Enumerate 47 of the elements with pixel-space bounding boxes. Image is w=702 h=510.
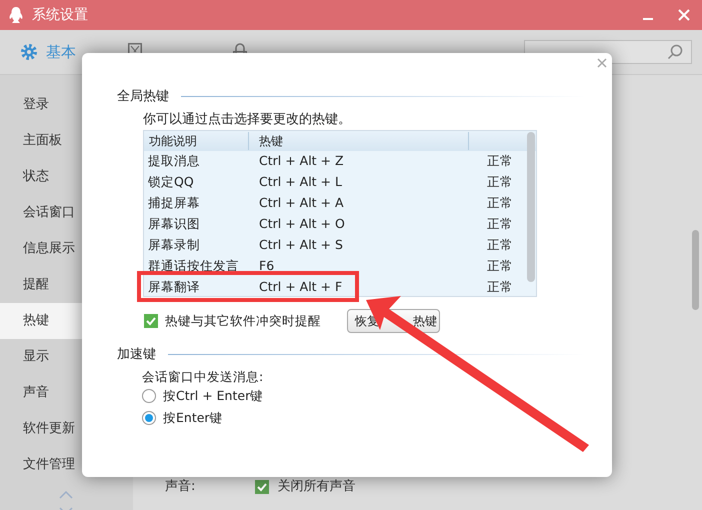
penguin-icon (8, 6, 24, 24)
box-icon (128, 43, 142, 53)
table-cell-text: 提取消息 (147, 152, 201, 170)
column-header[interactable]: 功能说明 (144, 132, 249, 150)
checkbox-label: 关闭所有声音 (277, 478, 356, 496)
description-text: 你可以通过点击选择要更改的热键。 (143, 111, 351, 129)
table-cell-text: 屏幕识图 (147, 215, 201, 234)
window-title: 系统设置 (32, 6, 88, 24)
scrollbar-thumb[interactable] (692, 230, 699, 310)
table-cell-text: 群通话按住发言 (147, 257, 240, 276)
table-cell-text: 正常 (487, 152, 513, 170)
table-cell-text: 正常 (487, 215, 513, 234)
radio-button[interactable] (142, 389, 156, 403)
table-cell-text: 正常 (487, 194, 513, 212)
checkbox[interactable] (255, 480, 270, 494)
table-cell-text: Ctrl + Alt + S (258, 236, 344, 254)
lock-icon (233, 43, 247, 53)
table-cell-text: 屏幕翻译 (147, 278, 201, 296)
sound-label: 声音: (165, 478, 196, 496)
table-cell-text: Ctrl + Alt + Z (258, 152, 345, 170)
checkbox[interactable] (144, 314, 158, 328)
table-cell-text: 捕捉屏幕 (147, 194, 201, 212)
table-cell-text: Ctrl + Alt + F (258, 278, 344, 296)
section-heading: 全局热键 (117, 88, 169, 106)
table-cell-text: 正常 (487, 278, 513, 296)
table-cell-text: 正常 (487, 173, 513, 192)
table-cell-text: Ctrl + Alt + A (258, 194, 345, 212)
radio-label: 按Ctrl + Enter键 (163, 386, 264, 405)
scroll-up-icon[interactable] (59, 491, 73, 499)
table-cell-text: 屏幕录制 (147, 236, 201, 254)
tab[interactable] (233, 41, 247, 53)
section-heading: 加速键 (117, 346, 156, 364)
table-cell-text: Ctrl + Alt + L (258, 173, 343, 192)
table-cell-text: F6 (258, 257, 276, 276)
prompt-text: 会话窗口中发送消息: (142, 368, 264, 386)
close-icon[interactable] (597, 58, 607, 68)
table-cell-text: 正常 (487, 257, 513, 276)
gear-icon (20, 43, 38, 61)
column-header[interactable]: 热键 (249, 132, 469, 150)
radio-button[interactable] (142, 411, 156, 425)
checkbox-label: 热键与其它软件冲突时提醒 (165, 312, 321, 330)
scrollbar-thumb[interactable] (527, 132, 535, 282)
table-cell-text: 正常 (487, 236, 513, 254)
search-icon (667, 44, 683, 60)
table-cell-text: 锁定QQ (147, 173, 195, 192)
table-cell-text: Ctrl + Alt + O (258, 215, 346, 234)
radio-label: 按Enter键 (163, 408, 223, 427)
